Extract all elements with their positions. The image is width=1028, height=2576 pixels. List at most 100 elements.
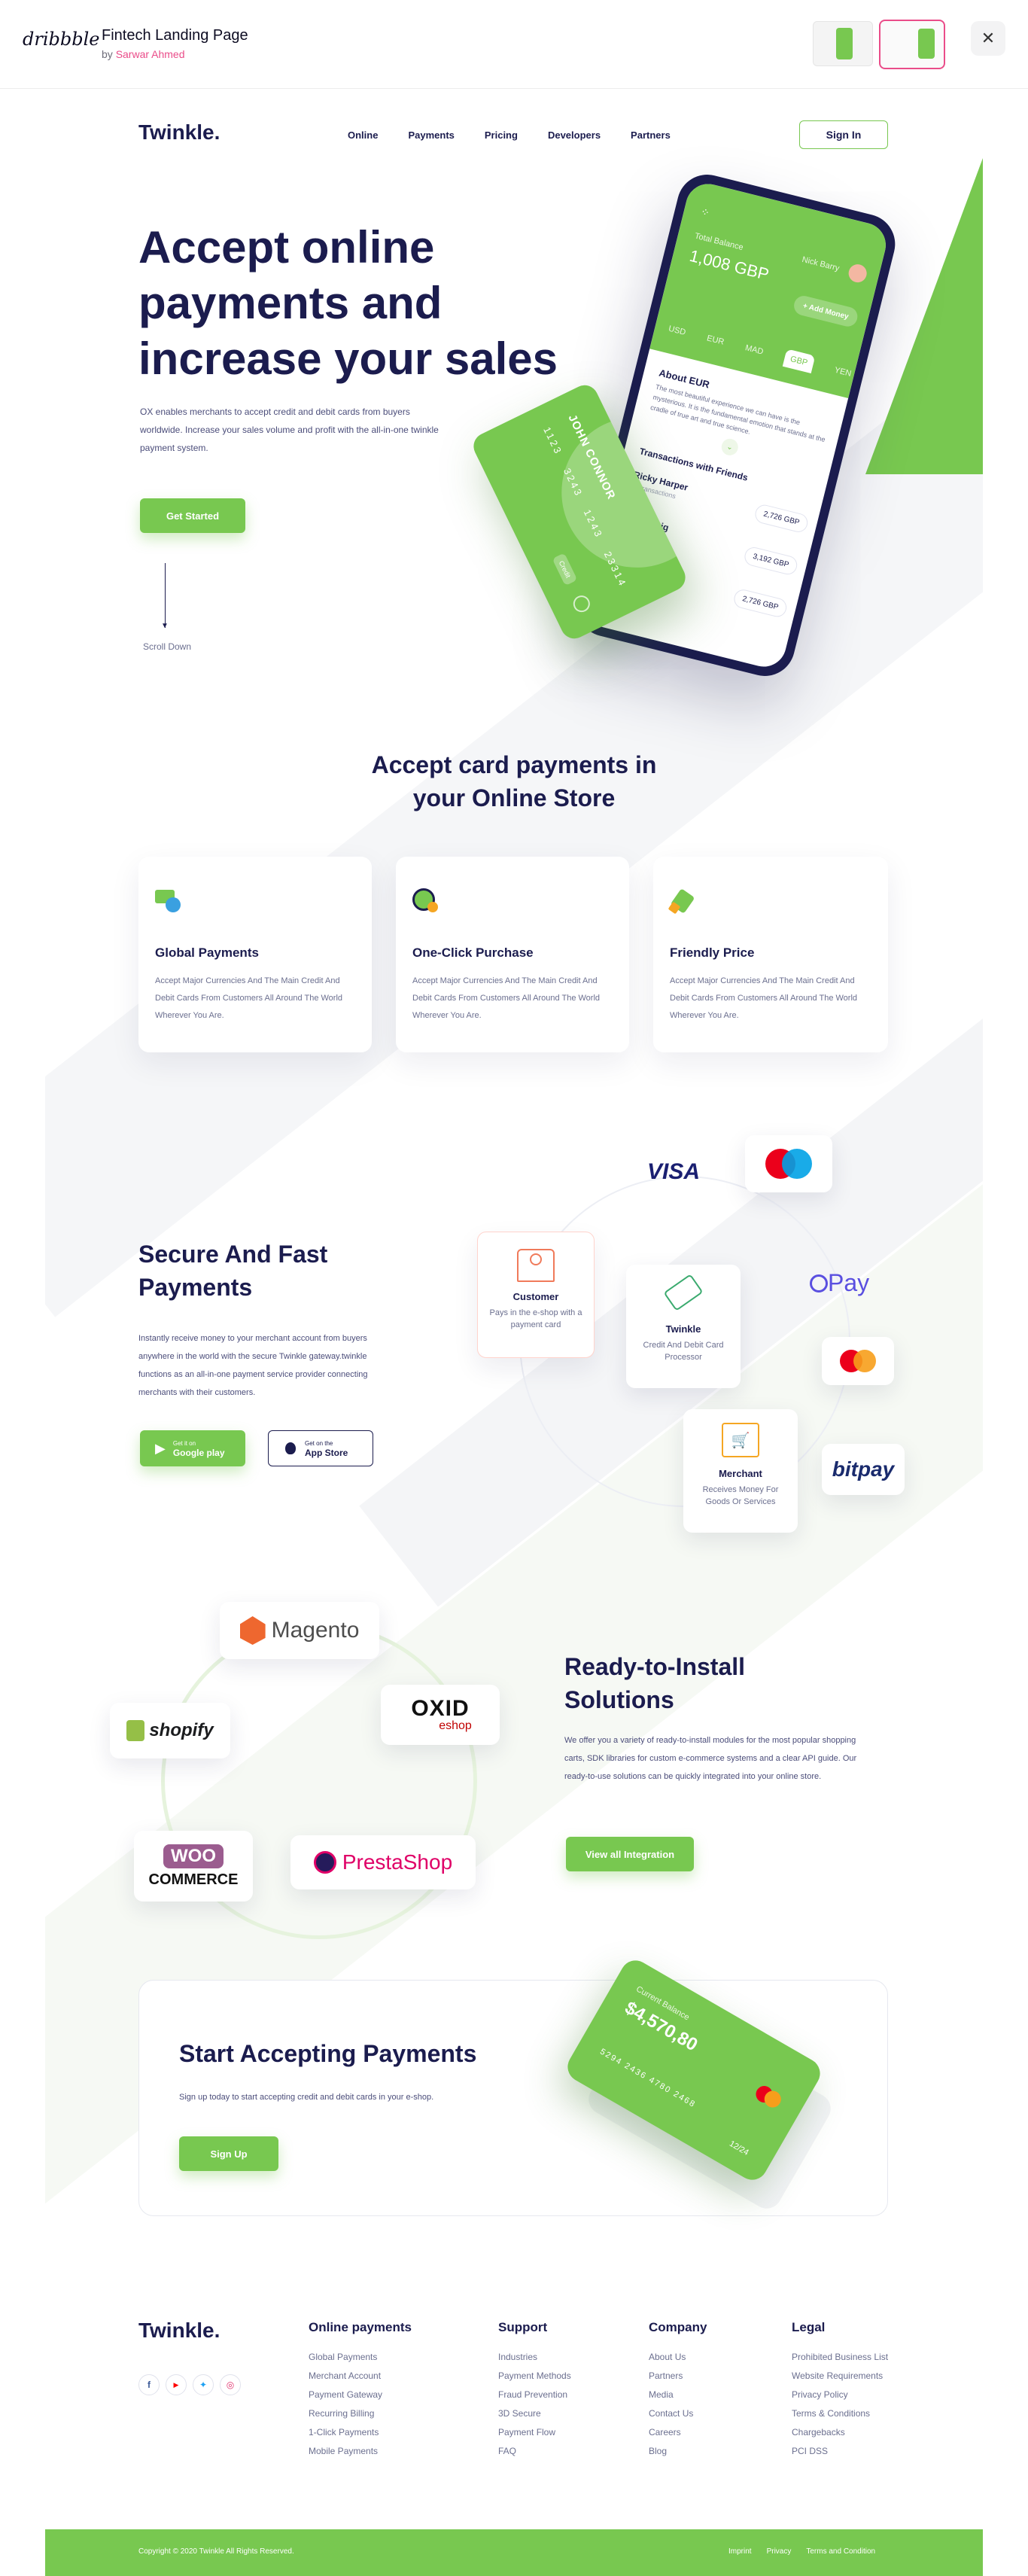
nav-link-developers[interactable]: Developers [548, 129, 601, 141]
footer-link[interactable]: About Us [649, 2352, 707, 2362]
woocommerce-logo-chip[interactable]: WOO COMMERCE [134, 1831, 253, 1902]
scroll-arrow-icon: ▼ [161, 622, 169, 630]
footer-link[interactable]: PCI DSS [792, 2446, 888, 2456]
feature-title: Friendly Price [670, 945, 755, 960]
signup-button[interactable]: Sign Up [179, 2136, 278, 2171]
footer-link[interactable]: Chargebacks [792, 2427, 888, 2437]
footer-link[interactable]: Payment Flow [498, 2427, 571, 2437]
twitter-icon[interactable]: ✦ [193, 2374, 214, 2395]
icon-cursor-shape [427, 902, 438, 912]
hero-green-shape [865, 158, 983, 474]
signin-button[interactable]: Sign In [799, 120, 888, 149]
dribbble-logo[interactable]: dribbble [23, 29, 99, 50]
prestashop-text: PrestaShop [342, 1850, 453, 1874]
nav-link-online[interactable]: Online [348, 129, 378, 141]
feature-card-global[interactable]: Global Payments Accept Major Currencies … [138, 857, 372, 1052]
magento-logo-chip[interactable]: Magento [220, 1602, 379, 1659]
processor-card-icon [663, 1274, 704, 1311]
shot-header: dribbble Fintech Landing Page by Sarwar … [0, 0, 1028, 89]
author-link[interactable]: Sarwar Ahmed [116, 48, 185, 60]
footer-link[interactable]: Terms & Conditions [792, 2408, 888, 2419]
imprint-link[interactable]: Imprint [728, 2547, 752, 2556]
oxid-text: OXID [411, 1696, 470, 1721]
balance-card-exp: 12/24 [727, 2139, 750, 2157]
flow-text: Pays in the e-shop with a payment card [489, 1308, 582, 1329]
card-number-group: 1123 [541, 425, 565, 458]
thumbnail-phone-image [836, 28, 853, 59]
facebook-icon[interactable]: f [138, 2374, 160, 2395]
footer-link[interactable]: FAQ [498, 2446, 571, 2456]
nav-link-partners[interactable]: Partners [631, 129, 671, 141]
footer-brand[interactable]: Twinkle. [138, 2319, 220, 2343]
app-store-button[interactable]: Get on the App Store [268, 1430, 373, 1466]
flow-card-twinkle[interactable]: Twinkle Credit And Debit Card Processor [626, 1265, 741, 1388]
prestashop-logo-chip[interactable]: PrestaShop [290, 1835, 476, 1889]
shot-byline: by Sarwar Ahmed [102, 48, 185, 60]
footer-link[interactable]: Media [649, 2389, 707, 2400]
footer-link[interactable]: Careers [649, 2427, 707, 2437]
youtube-icon[interactable]: ▶ [166, 2374, 187, 2395]
footer-link[interactable]: 1-Click Payments [309, 2427, 412, 2437]
footer-link[interactable]: Payment Methods [498, 2370, 571, 2381]
bitpay-logo-chip: bitpay [822, 1444, 905, 1495]
social-icons: f ▶ ✦ ◎ [138, 2374, 241, 2395]
thumbnail-1[interactable] [813, 21, 873, 66]
oxid-logo-chip[interactable]: OXID eshop [381, 1685, 500, 1745]
ready-title-line: Solutions [564, 1686, 674, 1713]
thumbnail-2[interactable] [879, 20, 945, 69]
get-started-button[interactable]: Get Started [140, 498, 245, 533]
close-button[interactable]: ✕ [971, 21, 1005, 56]
footer-link[interactable]: Mobile Payments [309, 2446, 412, 2456]
footer-col-legal: Legal Prohibited Business List Website R… [792, 2320, 888, 2465]
footer-col-online: Online payments Global Payments Merchant… [309, 2320, 412, 2465]
flow-card-merchant[interactable]: 🛒 Merchant Receives Money For Goods Or S… [683, 1409, 798, 1533]
footer-link[interactable]: 3D Secure [498, 2408, 571, 2419]
hero-description: OX enables merchants to accept credit an… [140, 406, 439, 453]
google-big: Google play [172, 1448, 225, 1458]
footer-link[interactable]: Recurring Billing [309, 2408, 412, 2419]
footer-link[interactable]: Payment Gateway [309, 2389, 412, 2400]
footer-link[interactable]: Fraud Prevention [498, 2389, 571, 2400]
opay-text: Pay [828, 1269, 870, 1296]
secure-title-line: Secure And Fast [138, 1241, 328, 1268]
flow-card-customer[interactable]: Customer Pays in the e-shop with a payme… [477, 1232, 595, 1358]
shopify-logo-chip[interactable]: shopify [110, 1703, 230, 1758]
footer-link[interactable]: Privacy Policy [792, 2389, 888, 2400]
phone-header [649, 179, 891, 399]
oxid-sub-text: eshop [439, 1719, 472, 1732]
footer-col-title: Support [498, 2320, 548, 2334]
feature-card-oneclick[interactable]: One-Click Purchase Accept Major Currenci… [396, 857, 629, 1052]
chevron-down-icon[interactable]: ⌄ [719, 437, 741, 458]
mastercard-orange-circle [853, 1350, 876, 1372]
footer-link[interactable]: Partners [649, 2370, 707, 2381]
merchant-cart-icon: 🛒 [722, 1423, 759, 1457]
terms-link[interactable]: Terms and Condition [806, 2547, 875, 2556]
footer-link[interactable]: Contact Us [649, 2408, 707, 2419]
ready-description: We offer you a variety of ready-to-insta… [564, 1736, 857, 1781]
footer-link[interactable]: Blog [649, 2446, 707, 2456]
footer-link[interactable]: Website Requirements [792, 2370, 888, 2381]
bitpay-text: bitpay [832, 1457, 895, 1481]
flow-title: Merchant [719, 1468, 762, 1479]
instagram-icon[interactable]: ◎ [220, 2374, 241, 2395]
nav-link-pricing[interactable]: Pricing [485, 129, 518, 141]
scroll-down-label[interactable]: Scroll Down [143, 641, 191, 652]
google-play-button[interactable]: ▶ Get it on Google play [140, 1430, 245, 1466]
footer-col-title: Company [649, 2320, 707, 2334]
start-title: Start Accepting Payments [179, 2040, 477, 2067]
shot-title: Fintech Landing Page [102, 27, 248, 44]
footer-link[interactable]: Merchant Account [309, 2370, 412, 2381]
balance-card-number: 5294 2436 4780 2468 [598, 2047, 698, 2110]
brand-logo[interactable]: Twinkle. [138, 120, 220, 145]
view-integration-button[interactable]: View all Integration [566, 1837, 694, 1871]
privacy-link[interactable]: Privacy [767, 2547, 792, 2556]
footer-link[interactable]: Prohibited Business List [792, 2352, 888, 2362]
shopify-text: shopify [149, 1720, 214, 1740]
feature-card-price[interactable]: Friendly Price Accept Major Currencies A… [653, 857, 888, 1052]
nav-link-payments[interactable]: Payments [408, 129, 454, 141]
secure-title-line: Payments [138, 1274, 253, 1301]
footer-bar: Copyright © 2020 Twinkle All Rights Rese… [45, 2529, 983, 2576]
footer-link[interactable]: Global Payments [309, 2352, 412, 2362]
footer-link[interactable]: Industries [498, 2352, 571, 2362]
thumbnail-phone-image [918, 29, 935, 59]
